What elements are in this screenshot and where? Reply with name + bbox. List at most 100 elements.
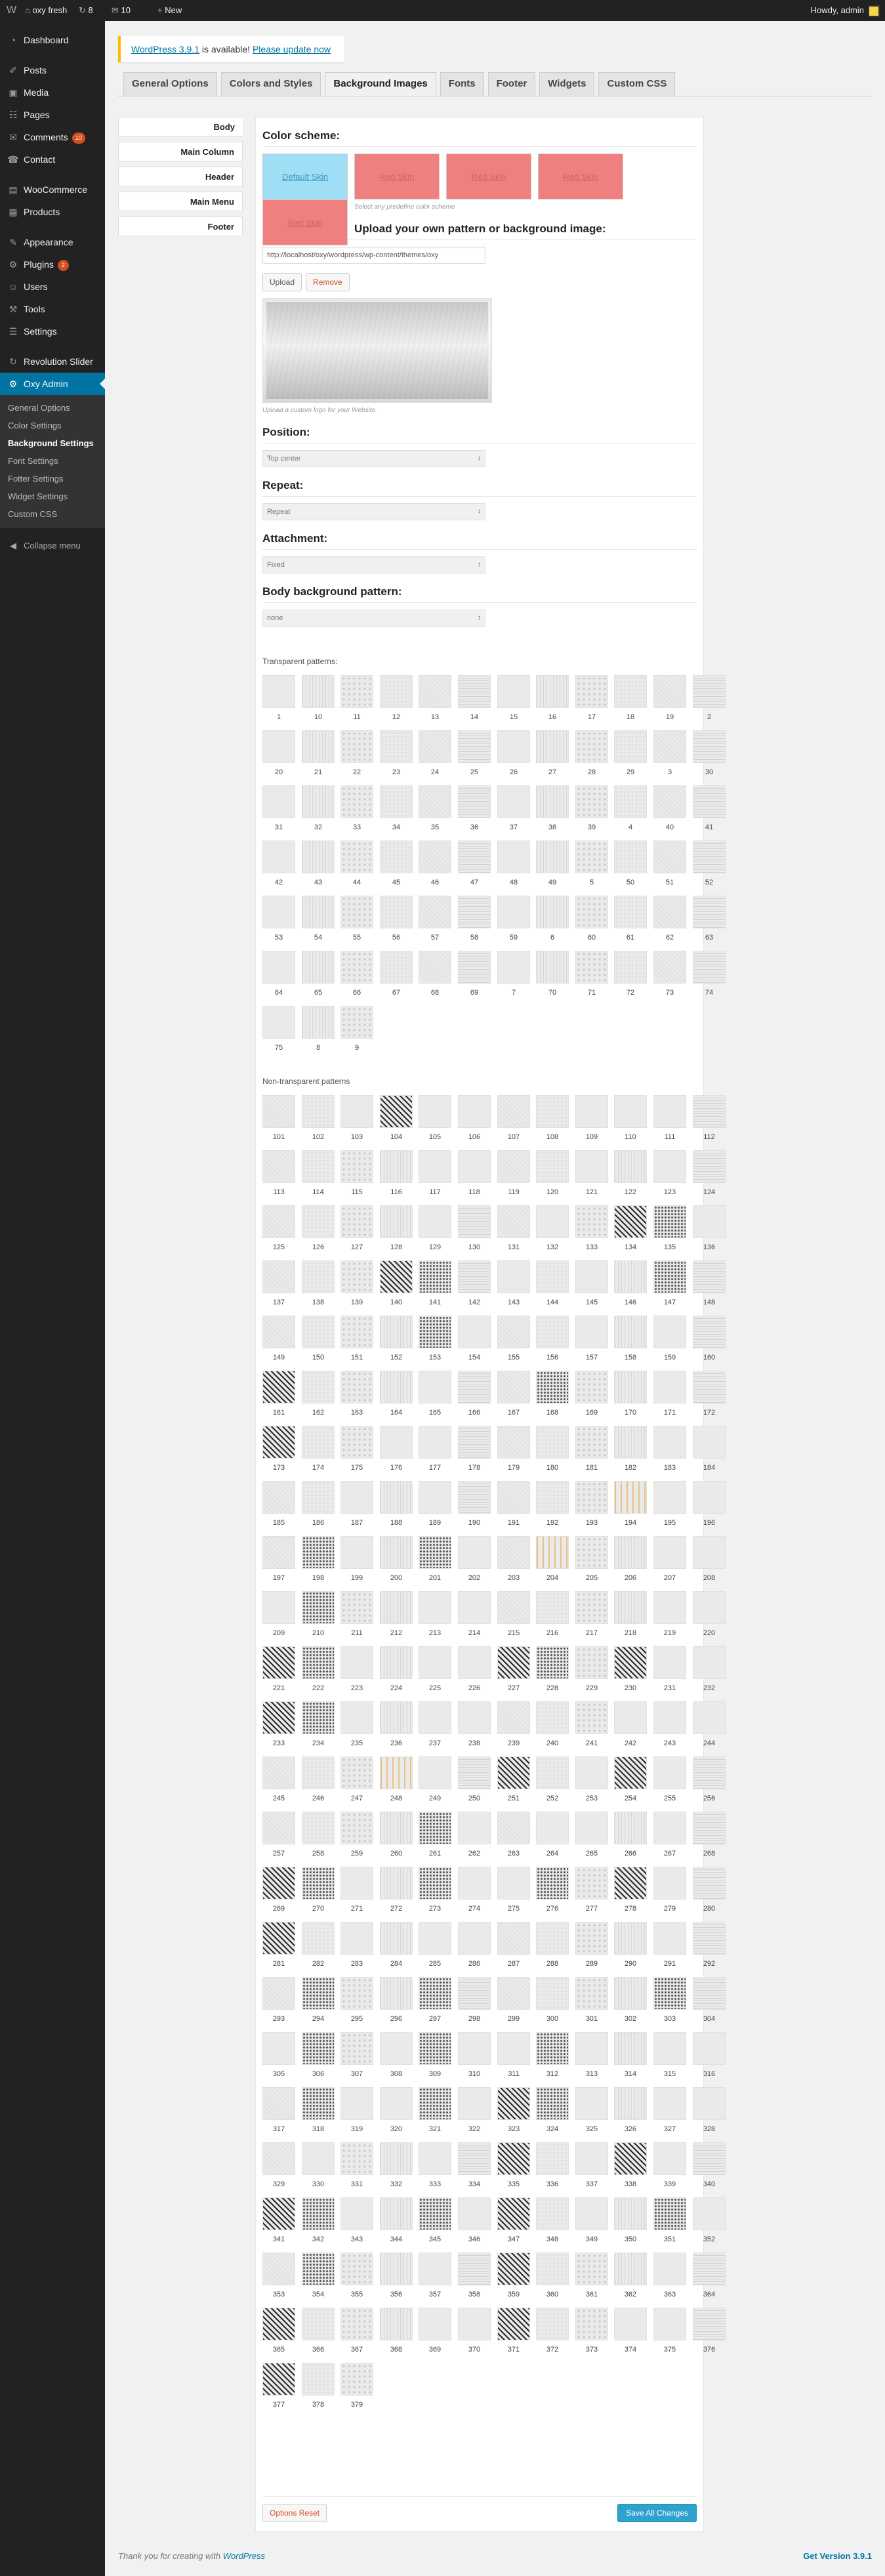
pattern-option[interactable]: 203 [497,1536,530,1585]
sidebar-item-products[interactable]: ▦ Products [0,201,105,223]
pattern-option[interactable]: 332 [380,2142,413,2191]
pattern-option[interactable]: 266 [614,1812,647,1860]
pattern-option[interactable]: 277 [575,1867,608,1915]
pattern-option[interactable]: 12 [380,675,413,724]
pattern-option[interactable]: 260 [380,1812,413,1860]
pattern-option[interactable]: 318 [302,2087,335,2136]
pattern-option[interactable]: 63 [693,896,726,944]
pattern-option[interactable]: 282 [302,1922,335,1970]
pattern-option[interactable]: 221 [262,1646,295,1695]
pattern-option[interactable]: 301 [575,1977,608,2025]
pattern-option[interactable]: 306 [302,2032,335,2081]
pattern-option[interactable]: 360 [536,2253,569,2301]
new-content-link[interactable]: + New [157,0,182,21]
pattern-option[interactable]: 152 [380,1316,413,1364]
pattern-option[interactable]: 169 [575,1371,608,1419]
pattern-option[interactable]: 73 [653,951,686,999]
pattern-option[interactable]: 154 [458,1316,491,1364]
pattern-option[interactable]: 5 [575,841,608,889]
pattern-option[interactable]: 344 [380,2197,413,2246]
pattern-option[interactable]: 11 [340,675,373,724]
pattern-option[interactable]: 188 [380,1481,413,1529]
pattern-option[interactable]: 348 [536,2197,569,2246]
save-all-changes-button[interactable]: Save All Changes [617,2504,697,2522]
pattern-option[interactable]: 236 [380,1701,413,1750]
pattern-option[interactable]: 303 [653,1977,686,2025]
pattern-option[interactable]: 171 [653,1371,686,1419]
tab-general-options[interactable]: General Options [123,72,217,96]
pattern-option[interactable]: 184 [693,1426,726,1474]
pattern-option[interactable]: 369 [419,2308,451,2356]
pattern-option[interactable]: 229 [575,1646,608,1695]
pattern-option[interactable]: 138 [302,1260,335,1309]
pattern-option[interactable]: 190 [458,1481,491,1529]
pattern-option[interactable]: 329 [262,2142,295,2191]
pattern-option[interactable]: 38 [536,785,569,834]
pattern-option[interactable]: 308 [380,2032,413,2081]
wordpress-link[interactable]: WordPress [223,2551,265,2561]
pattern-option[interactable]: 263 [497,1812,530,1860]
pattern-option[interactable]: 242 [614,1701,647,1750]
pattern-option[interactable]: 64 [262,951,295,999]
pattern-option[interactable]: 13 [419,675,451,724]
pattern-option[interactable]: 57 [419,896,451,944]
pattern-option[interactable]: 331 [340,2142,373,2191]
color-scheme-swatch[interactable]: Red Skin [538,154,623,199]
tab-custom-css[interactable]: Custom CSS [598,72,676,96]
pattern-option[interactable]: 232 [693,1646,726,1695]
pattern-option[interactable]: 102 [302,1095,335,1144]
pattern-option[interactable]: 311 [497,2032,530,2081]
pattern-option[interactable]: 204 [536,1536,569,1585]
pattern-option[interactable]: 119 [497,1150,530,1199]
pattern-option[interactable]: 60 [575,896,608,944]
pattern-option[interactable]: 7 [497,951,530,999]
pattern-option[interactable]: 58 [458,896,491,944]
pattern-option[interactable]: 33 [340,785,373,834]
pattern-option[interactable]: 315 [653,2032,686,2081]
sidebar-item-settings[interactable]: ☰ Settings [0,320,105,343]
pattern-option[interactable]: 109 [575,1095,608,1144]
pattern-option[interactable]: 168 [536,1371,569,1419]
pattern-option[interactable]: 191 [497,1481,530,1529]
submenu-item-general-options[interactable]: General Options [0,399,105,417]
pattern-option[interactable]: 130 [458,1205,491,1254]
pattern-option[interactable]: 143 [497,1260,530,1309]
pattern-option[interactable]: 49 [536,841,569,889]
pattern-option[interactable]: 158 [614,1316,647,1364]
wordpress-version-link[interactable]: WordPress 3.9.1 [131,44,199,54]
pattern-option[interactable]: 177 [419,1426,451,1474]
pattern-option[interactable]: 233 [262,1701,295,1750]
pattern-option[interactable]: 18 [614,675,647,724]
pattern-option[interactable]: 30 [693,730,726,779]
pattern-option[interactable]: 163 [340,1371,373,1419]
submenu-item-custom-css[interactable]: Custom CSS [0,505,105,523]
pattern-option[interactable]: 180 [536,1426,569,1474]
pattern-option[interactable]: 137 [262,1260,295,1309]
pattern-option[interactable]: 160 [693,1316,726,1364]
pattern-option[interactable]: 22 [340,730,373,779]
pattern-option[interactable]: 113 [262,1150,295,1199]
pattern-option[interactable]: 317 [262,2087,295,2136]
tab-background-images[interactable]: Background Images [325,72,436,96]
pattern-option[interactable]: 193 [575,1481,608,1529]
pattern-option[interactable]: 375 [653,2308,686,2356]
pattern-option[interactable]: 340 [693,2142,726,2191]
tab-fonts[interactable]: Fonts [440,72,484,96]
sidebar-item-dashboard[interactable]: ◔ Dashboard [0,29,105,51]
pattern-option[interactable]: 249 [419,1756,451,1805]
pattern-option[interactable]: 66 [340,951,373,999]
pattern-option[interactable]: 244 [693,1701,726,1750]
pattern-option[interactable]: 185 [262,1481,295,1529]
tab-colors-and-styles[interactable]: Colors and Styles [220,72,321,96]
sidebar-item-users[interactable]: ☺ Users [0,276,105,298]
pattern-option[interactable]: 313 [575,2032,608,2081]
pattern-option[interactable]: 161 [262,1371,295,1419]
pattern-option[interactable]: 116 [380,1150,413,1199]
pattern-option[interactable]: 133 [575,1205,608,1254]
pattern-option[interactable]: 16 [536,675,569,724]
pattern-option[interactable]: 4 [614,785,647,834]
pattern-option[interactable]: 170 [614,1371,647,1419]
pattern-option[interactable]: 25 [458,730,491,779]
pattern-option[interactable]: 174 [302,1426,335,1474]
pattern-option[interactable]: 127 [340,1205,373,1254]
